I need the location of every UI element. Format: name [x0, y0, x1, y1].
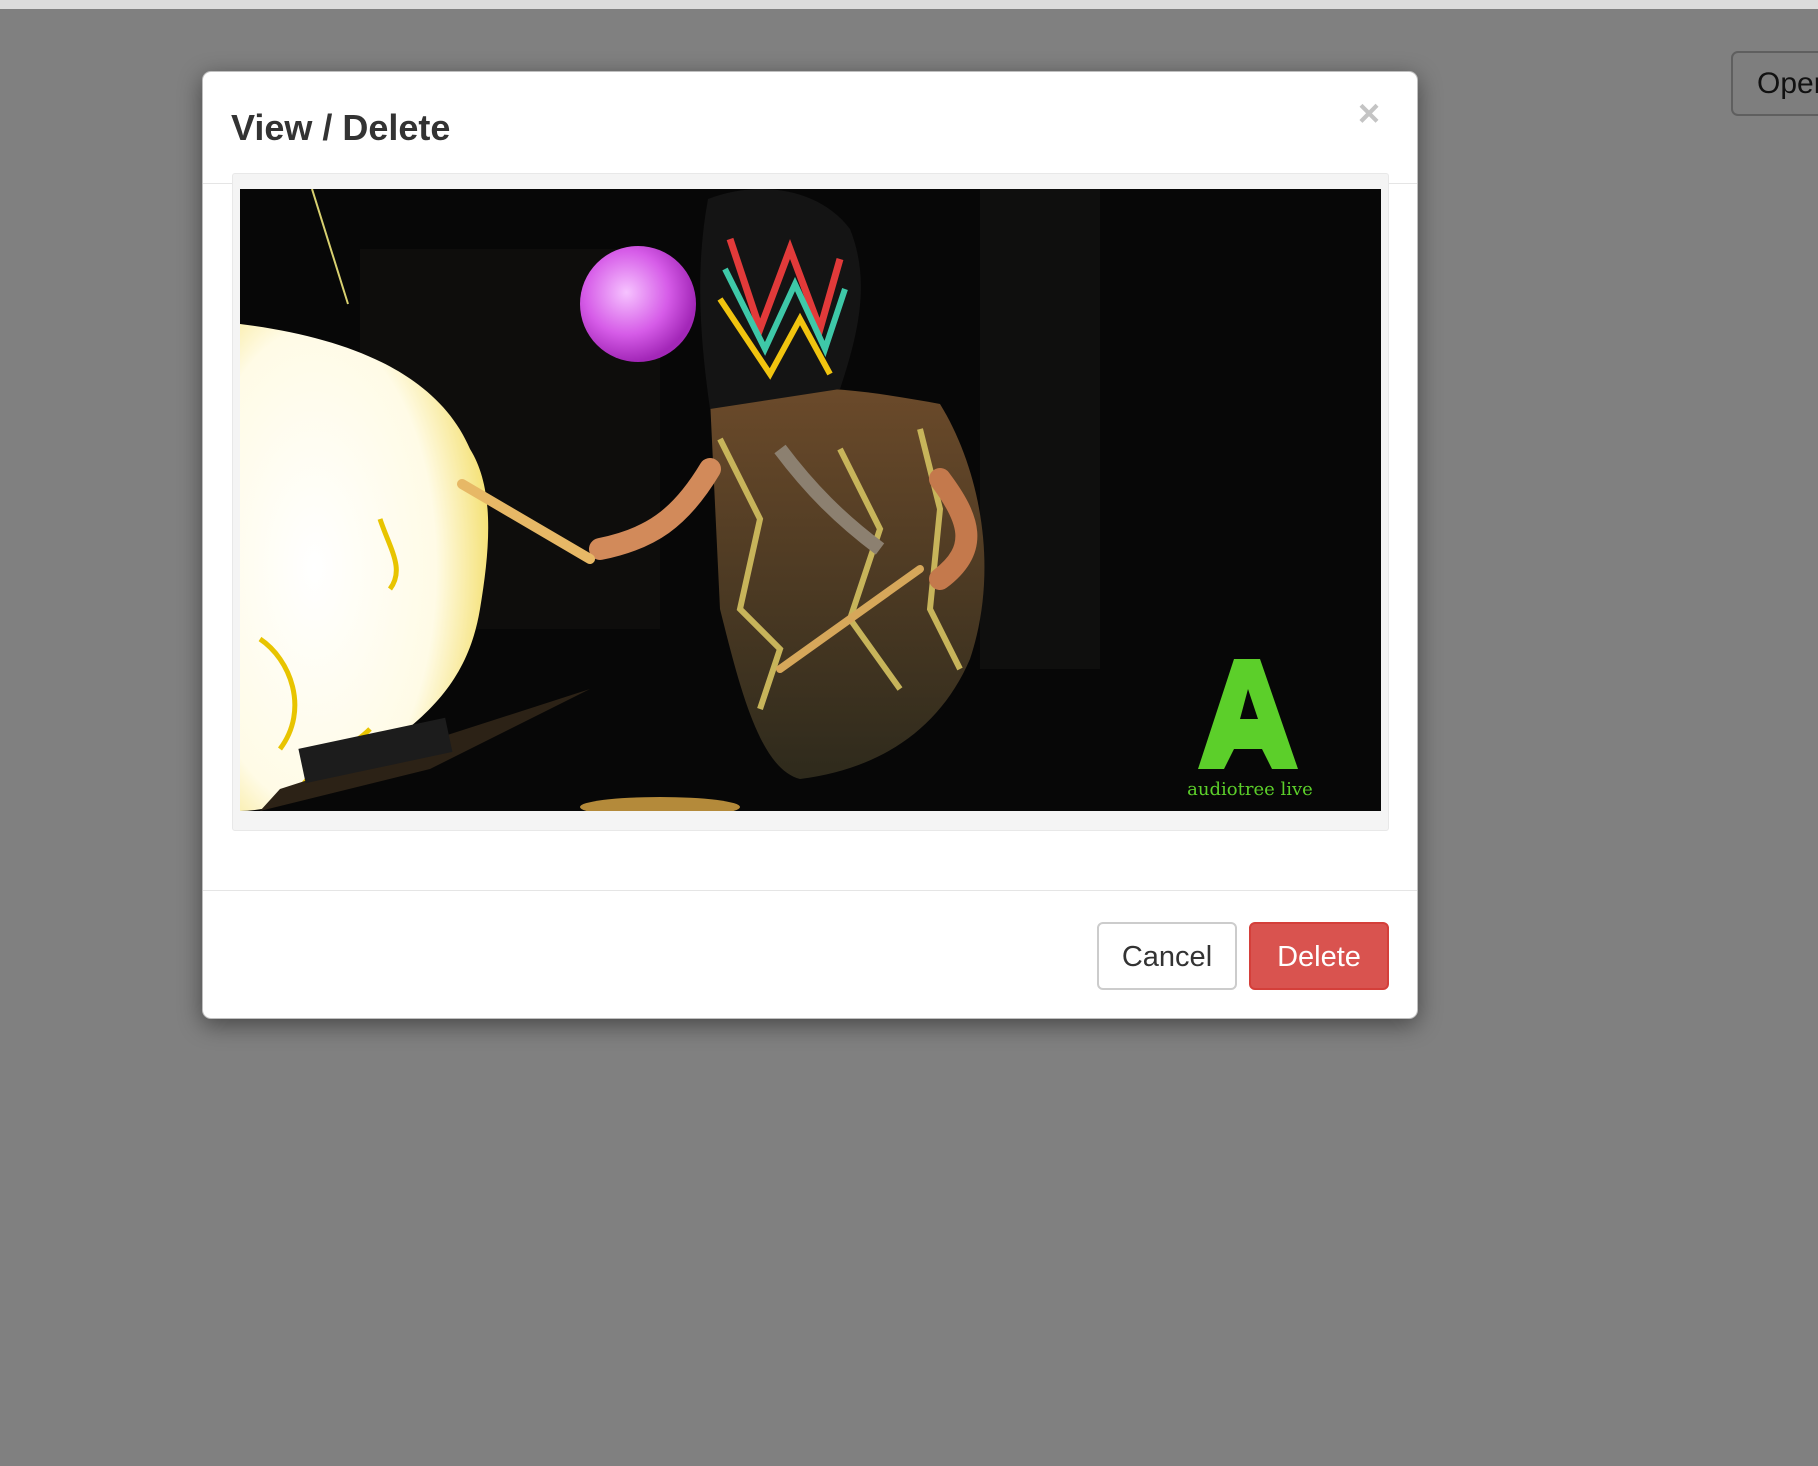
image-thumbnail-frame: audiotree live — [232, 173, 1389, 831]
delete-button[interactable]: Delete — [1249, 922, 1389, 990]
close-icon[interactable]: × — [1349, 94, 1389, 134]
open-button: Oper — [1731, 51, 1818, 116]
browser-top-strip — [0, 0, 1818, 9]
cancel-button[interactable]: Cancel — [1097, 922, 1237, 990]
modal-footer: Cancel Delete — [203, 890, 1417, 1018]
modal-header: View / Delete × — [203, 72, 1417, 184]
media-image: audiotree live — [240, 189, 1381, 811]
audiotree-logo-text: audiotree live — [1187, 779, 1313, 800]
performer-photo: audiotree live — [240, 189, 1381, 811]
modal-title: View / Delete — [231, 107, 451, 148]
view-delete-modal: View / Delete × audiotree live Cancel De… — [202, 71, 1418, 1019]
